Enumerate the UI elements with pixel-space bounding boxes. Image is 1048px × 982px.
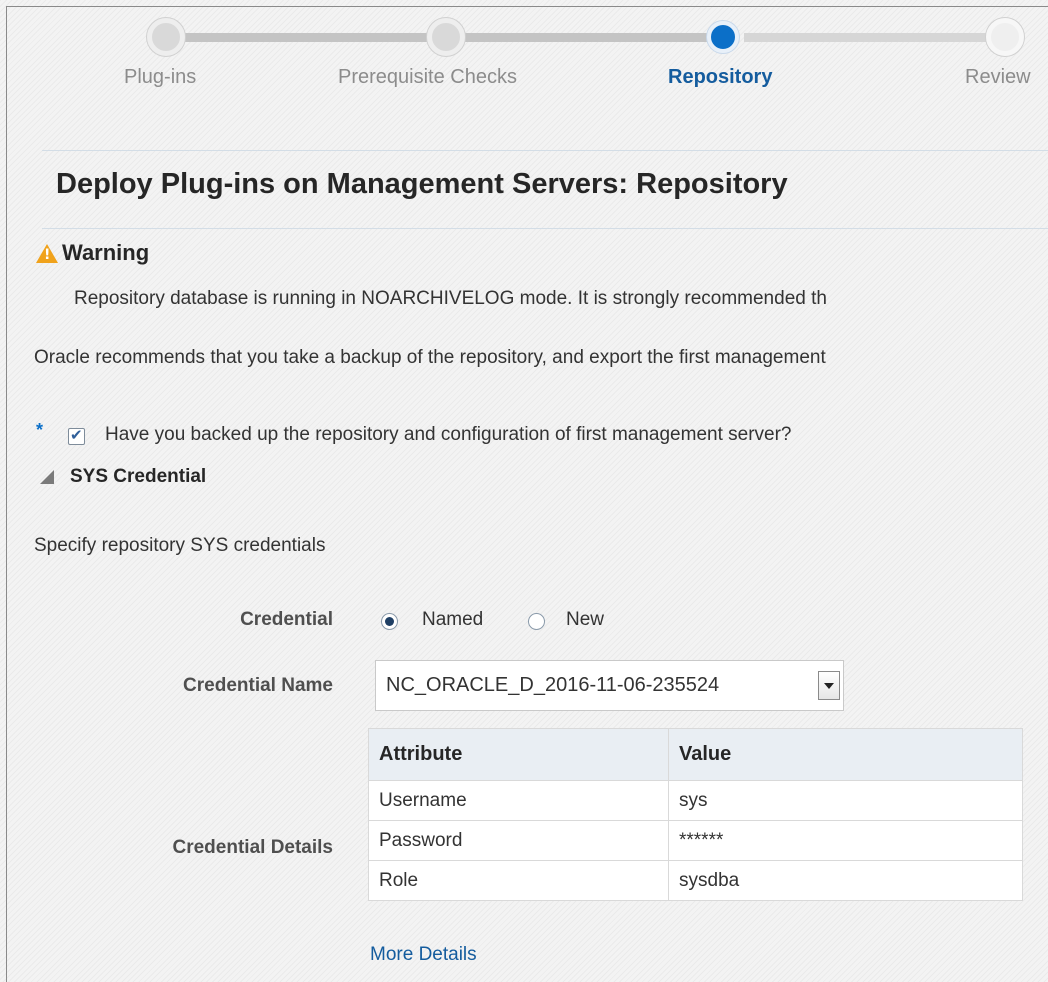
value-cell: ******: [668, 820, 1023, 861]
wizard-train: Plug-ins Prerequisite Checks Repository …: [0, 0, 1048, 110]
credential-details-label: Credential Details: [172, 837, 334, 858]
required-marker: *: [36, 420, 44, 440]
radio-new[interactable]: [528, 613, 545, 630]
recommendation-text: Oracle recommends that you take a backup…: [34, 347, 826, 368]
attribute-cell: Role: [368, 860, 669, 901]
train-stop-prerequisite-checks[interactable]: [427, 18, 465, 56]
table-row: Role sysdba: [368, 860, 1023, 901]
step-label-prerequisite-checks[interactable]: Prerequisite Checks: [338, 66, 517, 89]
collapse-triangle-icon[interactable]: [40, 470, 54, 484]
attribute-cell: Password: [368, 820, 669, 861]
step-label-plug-ins[interactable]: Plug-ins: [124, 66, 196, 89]
title-rule: [42, 228, 1048, 229]
radio-named[interactable]: [381, 613, 398, 630]
credential-label: Credential: [240, 609, 333, 630]
dropdown-arrow-icon[interactable]: [818, 671, 840, 700]
more-details-link[interactable]: More Details: [370, 944, 477, 966]
step-label-review: Review: [965, 66, 1031, 88]
radio-named-label[interactable]: Named: [422, 609, 483, 631]
column-header-value: Value: [668, 728, 1023, 781]
value-cell: sys: [668, 780, 1023, 821]
table-row: Password ******: [368, 820, 1023, 861]
credential-details-table: Attribute Value Username sys Password **…: [368, 728, 1023, 901]
warning-icon: [36, 243, 58, 263]
train-stop-plug-ins[interactable]: [147, 18, 185, 56]
train-connector: [180, 33, 442, 42]
credential-name-label: Credential Name: [183, 675, 333, 696]
value-cell: sysdba: [668, 860, 1023, 901]
warning-message: Repository database is running in NOARCH…: [74, 288, 827, 309]
train-stop-review: [986, 18, 1024, 56]
attribute-cell: Username: [368, 780, 669, 821]
column-header-attribute: Attribute: [368, 728, 669, 781]
warning-title: Warning: [62, 240, 150, 265]
train-connector: [744, 33, 1006, 42]
backup-confirm-checkbox[interactable]: [68, 426, 85, 445]
table-header-row: Attribute Value: [368, 728, 1023, 781]
credential-name-select[interactable]: NC_ORACLE_D_2016-11-06-235524: [375, 660, 844, 711]
sys-credential-section-header[interactable]: SYS Credential: [40, 466, 206, 488]
train-stop-repository: [707, 21, 739, 53]
warning-heading: Warning: [36, 240, 149, 266]
page-title: Deploy Plug-ins on Management Servers: R…: [56, 168, 788, 200]
credential-name-value: NC_ORACLE_D_2016-11-06-235524: [386, 674, 720, 696]
backup-confirm-label[interactable]: Have you backed up the repository and co…: [105, 424, 792, 446]
section-title: SYS Credential: [70, 466, 207, 487]
window-frame-left: [6, 6, 7, 982]
sys-credential-description: Specify repository SYS credentials: [34, 535, 326, 556]
step-label-repository: Repository: [668, 66, 773, 88]
table-row: Username sys: [368, 780, 1023, 821]
radio-new-label[interactable]: New: [566, 609, 604, 631]
train-connector: [462, 33, 724, 42]
header-rule: [42, 150, 1048, 151]
